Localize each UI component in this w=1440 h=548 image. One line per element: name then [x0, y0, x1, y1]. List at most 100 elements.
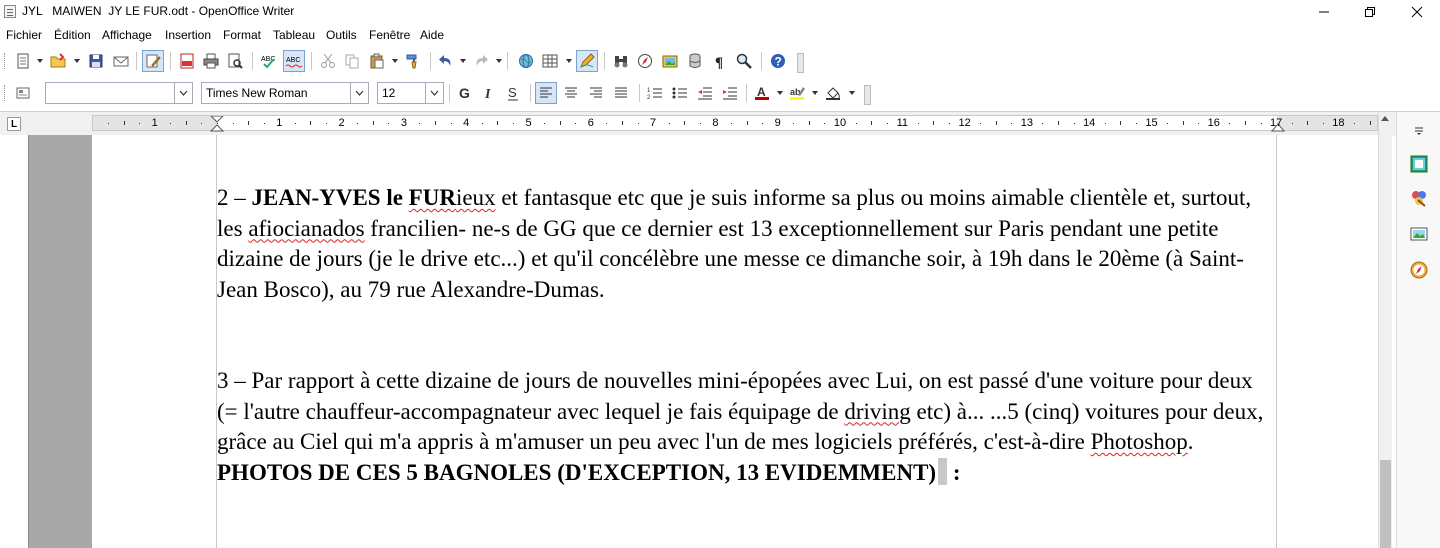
svg-text:I: I [484, 87, 491, 101]
toolbar-grip[interactable] [4, 53, 8, 69]
help-button[interactable]: ? [767, 50, 789, 72]
justify-button[interactable] [610, 82, 632, 104]
table-button[interactable] [539, 50, 561, 72]
copy-button[interactable] [341, 50, 363, 72]
sidebar-gallery-button[interactable] [1407, 222, 1431, 246]
export-pdf-button[interactable] [176, 50, 198, 72]
font-color-button[interactable]: A [751, 82, 773, 104]
sidebar-styles-button[interactable] [1407, 186, 1431, 210]
maximize-button[interactable] [1347, 0, 1393, 24]
align-left-button[interactable] [535, 82, 557, 104]
close-button[interactable] [1394, 0, 1440, 24]
table-dropdown-arrow[interactable] [566, 59, 572, 63]
bold-button[interactable]: G [453, 82, 475, 104]
align-center-button[interactable] [560, 82, 582, 104]
open-button[interactable] [48, 50, 70, 72]
ruler-mark [123, 121, 125, 125]
bullets-button[interactable] [669, 82, 691, 104]
new-document-button[interactable] [12, 50, 34, 72]
background-color-button[interactable] [822, 82, 844, 104]
redo-dropdown-arrow[interactable] [496, 59, 502, 63]
menu-insertion[interactable]: Insertion [165, 28, 211, 42]
minimize-button[interactable] [1301, 0, 1347, 24]
show-draw-functions-button[interactable] [576, 50, 598, 72]
italic-button[interactable]: I [478, 82, 500, 104]
undo-dropdown-arrow[interactable] [460, 59, 466, 63]
highlighting-dropdown-arrow[interactable] [812, 91, 818, 95]
horizontal-ruler[interactable]: 1 1 2 3 4 5 6 7 8 9 10 11 12 13 14 15 16 17 18 [92, 115, 1378, 132]
document-body[interactable]: 2 – JEAN-YVES le FURieux et fantasque et… [217, 183, 1277, 488]
table-icon [542, 54, 558, 68]
menu-tableau[interactable]: Tableau [273, 28, 315, 42]
copy-icon [345, 54, 359, 69]
formatting-marks-button[interactable]: ¶ [709, 50, 731, 72]
save-button[interactable] [85, 50, 107, 72]
sidebar-navigator-button[interactable] [1407, 258, 1431, 282]
scrollbar-thumb[interactable] [1380, 460, 1391, 548]
ruler-mark [185, 121, 187, 125]
sidebar-menu-button[interactable] [1407, 118, 1431, 142]
menu-fenetre[interactable]: Fenêtre [369, 28, 410, 42]
toolbar-overflow-button[interactable] [864, 85, 871, 105]
font-name-dropdown[interactable] [350, 83, 368, 103]
vertical-scrollbar[interactable] [1378, 112, 1392, 548]
svg-text:ABC: ABC [286, 57, 300, 64]
tab-type-button[interactable]: L [7, 117, 21, 131]
zoom-button[interactable] [733, 50, 755, 72]
paragraph-style-dropdown[interactable] [174, 83, 192, 103]
toolbar-overflow-button[interactable] [797, 53, 804, 73]
cut-button[interactable] [317, 50, 339, 72]
font-color-dropdown-arrow[interactable] [777, 91, 783, 95]
underline-button[interactable]: S [502, 82, 524, 104]
autospellcheck-button[interactable]: ABC [283, 50, 305, 72]
ruler-mark [730, 123, 732, 124]
menu-outils[interactable]: Outils [326, 28, 357, 42]
selection-marker [938, 457, 948, 485]
misspelled-word: afiocianados [248, 215, 365, 241]
font-size-combo[interactable]: 12 [377, 82, 444, 104]
hyperlink-button[interactable] [515, 50, 537, 72]
numbering-button[interactable]: 12 [644, 82, 666, 104]
font-name-combo[interactable]: Times New Roman [201, 82, 369, 104]
ruler-label: 8 [712, 117, 719, 129]
menu-fichier[interactable]: Fichier [6, 28, 42, 42]
paste-dropdown-arrow[interactable] [392, 59, 398, 63]
open-dropdown-arrow[interactable] [74, 59, 80, 63]
toolbar-grip[interactable] [4, 85, 8, 101]
print-button[interactable] [200, 50, 222, 72]
undo-button[interactable] [435, 50, 457, 72]
sidebar-properties-button[interactable] [1407, 152, 1431, 176]
new-dropdown-arrow[interactable] [37, 59, 43, 63]
paste-button[interactable] [366, 50, 388, 72]
menu-affichage[interactable]: Affichage [102, 28, 152, 42]
indent-marker-icon[interactable] [210, 116, 224, 132]
ruler-label: 3 [400, 117, 407, 129]
align-right-button[interactable] [585, 82, 607, 104]
spellcheck-button[interactable]: ABC [258, 50, 280, 72]
edit-mode-button[interactable] [142, 50, 164, 72]
ruler-mark [699, 123, 701, 124]
highlighting-button[interactable]: ab [786, 82, 808, 104]
ruler-label: 18 [1332, 117, 1345, 129]
email-button[interactable] [110, 50, 132, 72]
background-color-dropdown-arrow[interactable] [849, 91, 855, 95]
menu-edition[interactable]: Édition [54, 28, 91, 42]
increase-indent-button[interactable] [719, 82, 741, 104]
paragraph-style-combo[interactable] [45, 82, 193, 104]
navigator-button[interactable] [634, 50, 656, 72]
ruler-label: 5 [525, 117, 532, 129]
font-size-dropdown[interactable] [425, 83, 443, 103]
print-preview-button[interactable] [224, 50, 246, 72]
redo-button[interactable] [470, 50, 492, 72]
draw-pencil-icon [580, 53, 595, 68]
bullet-list-icon [672, 87, 687, 99]
menu-aide[interactable]: Aide [420, 28, 444, 42]
data-sources-button[interactable] [684, 50, 706, 72]
styles-formatting-button[interactable] [12, 82, 34, 104]
clone-formatting-button[interactable] [402, 50, 424, 72]
menu-format[interactable]: Format [223, 28, 261, 42]
find-replace-button[interactable] [610, 50, 632, 72]
gallery-button[interactable] [659, 50, 681, 72]
scroll-up-arrow[interactable] [1381, 116, 1389, 121]
decrease-indent-button[interactable] [694, 82, 716, 104]
